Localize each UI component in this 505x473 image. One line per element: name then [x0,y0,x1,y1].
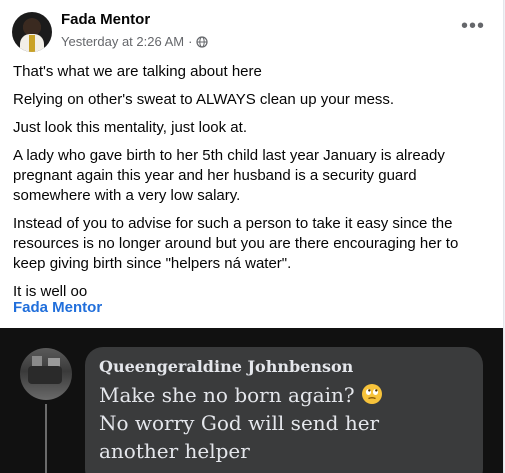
tagged-profile-link[interactable]: Fada Mentor [13,299,102,316]
post-meta: Yesterday at 2:26 AM · [61,34,209,49]
post-paragraph: Relying on other's sweat to ALWAYS clean… [13,91,395,108]
rolling-eyes-emoji-icon [361,384,382,404]
more-options-button[interactable]: ••• [461,16,485,36]
comment-line: No worry God will send her [99,411,380,435]
post-paragraph: That's what we are talking about here [13,63,262,80]
post-paragraph: A lady who gave birth to her 5th child l… [13,147,445,204]
meta-separator: · [188,34,193,49]
post-paragraph: Just look this mentality, just look at. [13,119,247,136]
post-paragraph: Instead of you to advise for such a pers… [13,215,459,272]
avatar-detail [28,366,62,384]
post-body: That's what we are talking about here Re… [13,62,489,310]
avatar-stole [29,35,35,52]
comment-line: another helper [99,439,250,463]
comment-line: Make she no born again? [99,381,469,409]
comment-text: Make she no born again? No worry God wil… [99,381,469,465]
post-card: Fada Mentor Yesterday at 2:26 AM · ••• T… [0,0,504,473]
commenter-name: Queengeraldine Johnbenson [99,357,354,376]
author-avatar[interactable] [12,12,52,52]
globe-icon[interactable] [196,35,209,48]
comment-bubble: Queengeraldine Johnbenson Make she no bo… [85,347,483,473]
comment-line-text: Make she no born again? [99,383,355,407]
commenter-avatar [20,348,72,400]
post-timestamp[interactable]: Yesterday at 2:26 AM [61,34,184,49]
thread-line [45,404,47,473]
post-image[interactable]: Queengeraldine Johnbenson Make she no bo… [0,328,503,473]
author-name[interactable]: Fada Mentor [61,11,150,28]
